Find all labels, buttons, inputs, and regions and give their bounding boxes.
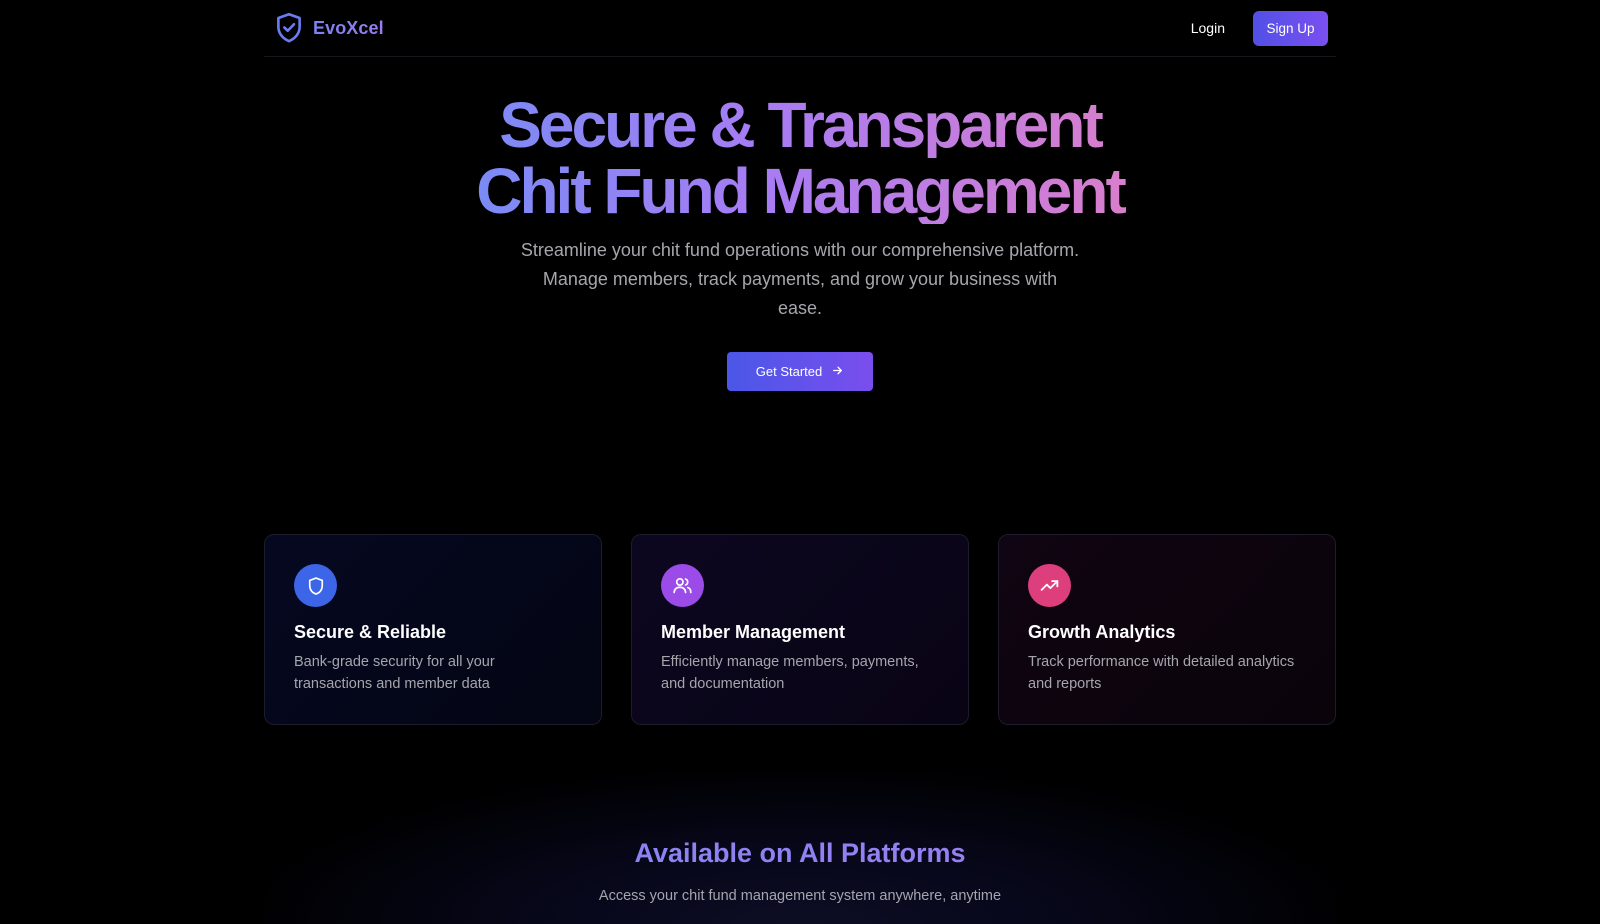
platforms-title: Available on All Platforms (264, 838, 1336, 869)
landing-page: EvoXcel Login Sign Up Secure & Transpare… (0, 0, 1600, 924)
hero-title-line-2: Chit Fund Management (400, 158, 1200, 224)
shield-icon (294, 564, 337, 607)
brand-name: EvoXcel (313, 17, 384, 38)
signup-button[interactable]: Sign Up (1253, 10, 1328, 46)
trending-up-icon (1028, 564, 1071, 607)
hero-subtitle: Streamline your chit fund operations wit… (520, 240, 1080, 318)
hero-title: Secure & Transparent Chit Fund Managemen… (400, 92, 1200, 224)
feature-description: Bank-grade security for all your transac… (294, 654, 495, 692)
feature-title: Growth Analytics (1028, 622, 1176, 642)
arrow-right-icon (831, 364, 844, 380)
header-nav: Login Sign Up (1191, 10, 1328, 46)
feature-card-members: Member Management Efficiently manage mem… (631, 534, 969, 725)
platforms-subtitle: Access your chit fund management system … (598, 888, 1002, 904)
shield-check-icon (274, 11, 304, 45)
feature-card-analytics: Growth Analytics Track performance with … (998, 534, 1336, 725)
get-started-label: Get Started (755, 364, 823, 379)
platforms-section: Available on All Platforms Access your c… (264, 770, 1336, 924)
site-header: EvoXcel Login Sign Up (264, 0, 1336, 57)
feature-title: Secure & Reliable (294, 622, 447, 642)
login-link[interactable]: Login (1191, 20, 1225, 36)
feature-description: Track performance with detailed analytic… (1028, 654, 1295, 692)
feature-description: Efficiently manage members, payments, an… (661, 654, 919, 692)
brand[interactable]: EvoXcel (274, 11, 384, 45)
get-started-button[interactable]: Get Started (727, 352, 873, 391)
users-icon (661, 564, 704, 607)
hero-title-line-1: Secure & Transparent (400, 92, 1200, 158)
feature-card-secure: Secure & Reliable Bank-grade security fo… (264, 534, 602, 725)
feature-cards: Secure & Reliable Bank-grade security fo… (264, 534, 1336, 725)
feature-title: Member Management (661, 622, 846, 642)
